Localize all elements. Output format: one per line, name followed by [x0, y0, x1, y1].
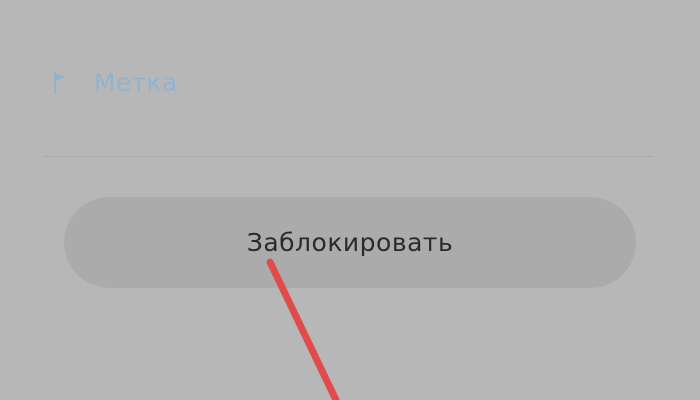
clipped-previous-row: [40, 0, 300, 4]
flag-icon: [52, 70, 70, 94]
label-field-text: Метка: [94, 67, 178, 97]
block-button-label: Заблокировать: [246, 228, 454, 257]
divider: [44, 156, 654, 157]
label-field[interactable]: Метка: [52, 60, 177, 104]
block-button[interactable]: Заблокировать: [64, 197, 636, 288]
